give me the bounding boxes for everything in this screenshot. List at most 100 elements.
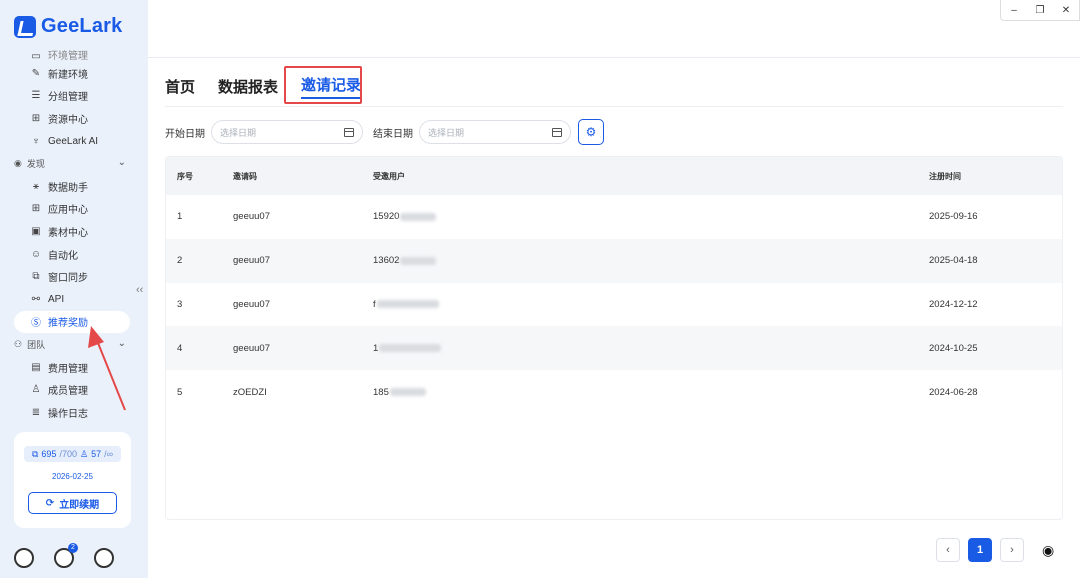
window-controls: – ❐ ✕ (1000, 0, 1080, 21)
sidebar-item-automation[interactable]: ☺ 自动化 (0, 243, 148, 266)
sliders-icon: ⚙ (585, 125, 597, 139)
annotation-highlight-box (284, 66, 362, 104)
cell-code: geeuu07 (233, 255, 270, 267)
sidebar-item-label: 自动化 (48, 250, 78, 262)
sidebar-item-label: 素材中心 (48, 227, 88, 239)
eye-icon[interactable]: ◉ (1042, 542, 1054, 559)
geelark-logo-icon (14, 15, 36, 38)
sidebar-item-label: 操作日志 (48, 408, 88, 420)
sidebar-item-label: 费用管理 (48, 363, 88, 375)
sidebar-item-label: 分组管理 (48, 92, 88, 104)
api-icon: ⚯ (31, 293, 41, 305)
sidebar-item-members[interactable]: ♙ 成员管理 (0, 378, 148, 401)
column-header-index: 序号 (177, 171, 193, 181)
notification-icon[interactable]: 2 (54, 543, 78, 568)
ai-icon: ♆ (32, 135, 40, 147)
sidebar-item-referral-rewards[interactable]: Ⓢ 推荐奖励 (14, 310, 130, 334)
table-row: 4 geeuu07 1 2024-10-25 (166, 326, 1062, 371)
sidebar-group-discover[interactable]: ◉ 发现 ⌄ (0, 152, 148, 175)
chevron-down-icon: ⌄ (117, 157, 126, 169)
help-icon[interactable] (94, 548, 114, 568)
sidebar-item-label: 新建环境 (48, 69, 88, 81)
sidebar-item-geelark-ai[interactable]: ♆ GeeLark AI (0, 130, 148, 153)
cell-date: 2024-06-28 (929, 386, 978, 398)
next-page-button[interactable]: › (1000, 538, 1024, 562)
app-name: GeeLark (41, 15, 123, 37)
sidebar-item-data-assistant[interactable]: ⚹ 数据助手 (0, 175, 148, 198)
column-header-code: 邀请码 (233, 171, 257, 181)
sidebar-item-label: 应用中心 (48, 205, 88, 217)
cell-code: geeuu07 (233, 211, 270, 223)
eye-icon: ◉ (14, 158, 22, 169)
notification-badge: 2 (68, 543, 78, 553)
quota-total: /700 (59, 449, 77, 459)
calendar-icon (344, 127, 354, 137)
sidebar-group-label: 发现 (26, 159, 45, 170)
cell-user: f (362, 299, 918, 310)
start-date-label: 开始日期 (165, 128, 205, 140)
main-content: 首页 数据报表 邀请记录 开始日期 选择日期 结束日期 选择日期 ⚙ 序号 邀请… (148, 58, 1080, 578)
table-header: 序号 邀请码 受邀用户 注册时间 (166, 157, 1062, 195)
tab-home[interactable]: 首页 (165, 76, 195, 97)
invite-records-table: 序号 邀请码 受邀用户 注册时间 1 geeuu07 15920 2025-09… (165, 156, 1063, 520)
cell-user: 185 (362, 387, 918, 398)
cell-code: geeuu07 (233, 342, 270, 354)
expiry-date: 2026-02-25 (52, 472, 93, 481)
team-icon: ⚇ (14, 338, 23, 349)
sidebar-menu: ▭ 环境管理 ✎ 新建环境 ☰ 分组管理 ⊞ 资源中心 ♆ GeeLark AI… (0, 48, 148, 424)
sidebar-item-label: API (48, 293, 65, 305)
member-icon: ♙ (79, 448, 89, 459)
sync-icon: ⧉ (32, 271, 40, 283)
column-header-date: 注册时间 (929, 171, 961, 181)
sidebar-item-environment-management[interactable]: ▭ 环境管理 (0, 48, 148, 63)
sidebar-item-new-environment[interactable]: ✎ 新建环境 (0, 62, 148, 85)
sidebar-footer: 2 (14, 538, 132, 578)
chart-icon: ⚹ (33, 180, 39, 192)
sidebar-item-label: 成员管理 (48, 386, 88, 398)
redacted-text (376, 300, 439, 309)
title-bar: – ❐ ✕ (148, 0, 1080, 58)
plan-card: ⧉ 695/700 ♙ 57/∞ 2026-02-25 ⟳ 立即续期 (14, 432, 131, 528)
start-date-placeholder: 选择日期 (220, 127, 257, 138)
filter-bar: 开始日期 选择日期 结束日期 选择日期 ⚙ (165, 119, 604, 145)
quota-badge: ⧉ 695/700 ♙ 57/∞ (24, 446, 121, 462)
redacted-text (379, 344, 442, 353)
restore-button[interactable]: ❐ (1027, 0, 1053, 20)
end-date-input[interactable]: 选择日期 (419, 120, 571, 144)
sidebar-item-billing[interactable]: ▤ 费用管理 (0, 356, 148, 379)
collapse-sidebar-button[interactable]: ‹‹ (136, 284, 143, 296)
cell-user: 1 (362, 343, 918, 354)
minimize-button[interactable]: – (1001, 0, 1027, 20)
wallet-icon: ▤ (31, 361, 41, 373)
grid-icon: ⊞ (31, 203, 41, 215)
environment-icon: ▭ (31, 50, 41, 62)
sidebar-item-media-center[interactable]: ▣ 素材中心 (0, 220, 148, 243)
media-icon: ▣ (31, 225, 41, 237)
start-date-input[interactable]: 选择日期 (211, 120, 363, 144)
page-button-current[interactable]: 1 (968, 538, 992, 562)
close-button[interactable]: ✕ (1053, 0, 1079, 20)
sidebar-item-resource-center[interactable]: ⊞ 资源中心 (0, 107, 148, 130)
edit-icon: ✎ (31, 67, 41, 79)
sidebar-item-group-management[interactable]: ☰ 分组管理 (0, 85, 148, 108)
filter-settings-button[interactable]: ⚙ (578, 119, 604, 145)
avatar[interactable] (14, 548, 34, 568)
sidebar-item-window-sync[interactable]: ⧉ 窗口同步 (0, 265, 148, 288)
sidebar-item-app-center[interactable]: ⊞ 应用中心 (0, 198, 148, 221)
cell-user: 13602 (362, 255, 918, 266)
redacted-text (400, 212, 437, 221)
cell-date: 2024-12-12 (929, 298, 978, 310)
log-icon: ≣ (31, 406, 41, 418)
sidebar-item-label: 资源中心 (48, 114, 88, 126)
prev-page-button[interactable]: ‹ (936, 538, 960, 562)
calendar-icon (552, 127, 562, 137)
tab-data-report[interactable]: 数据报表 (218, 76, 278, 97)
tab-divider (165, 106, 1063, 107)
sidebar-item-label: GeeLark AI (48, 135, 99, 147)
sidebar-item-api[interactable]: ⚯ API (0, 288, 148, 311)
sidebar-item-operation-log[interactable]: ≣ 操作日志 (0, 401, 148, 424)
member-total: /∞ (104, 449, 113, 459)
renew-button[interactable]: ⟳ 立即续期 (28, 492, 117, 514)
sidebar-group-team[interactable]: ⚇ 团队 ⌄ (0, 333, 148, 356)
sidebar-group-label: 团队 (27, 339, 46, 350)
